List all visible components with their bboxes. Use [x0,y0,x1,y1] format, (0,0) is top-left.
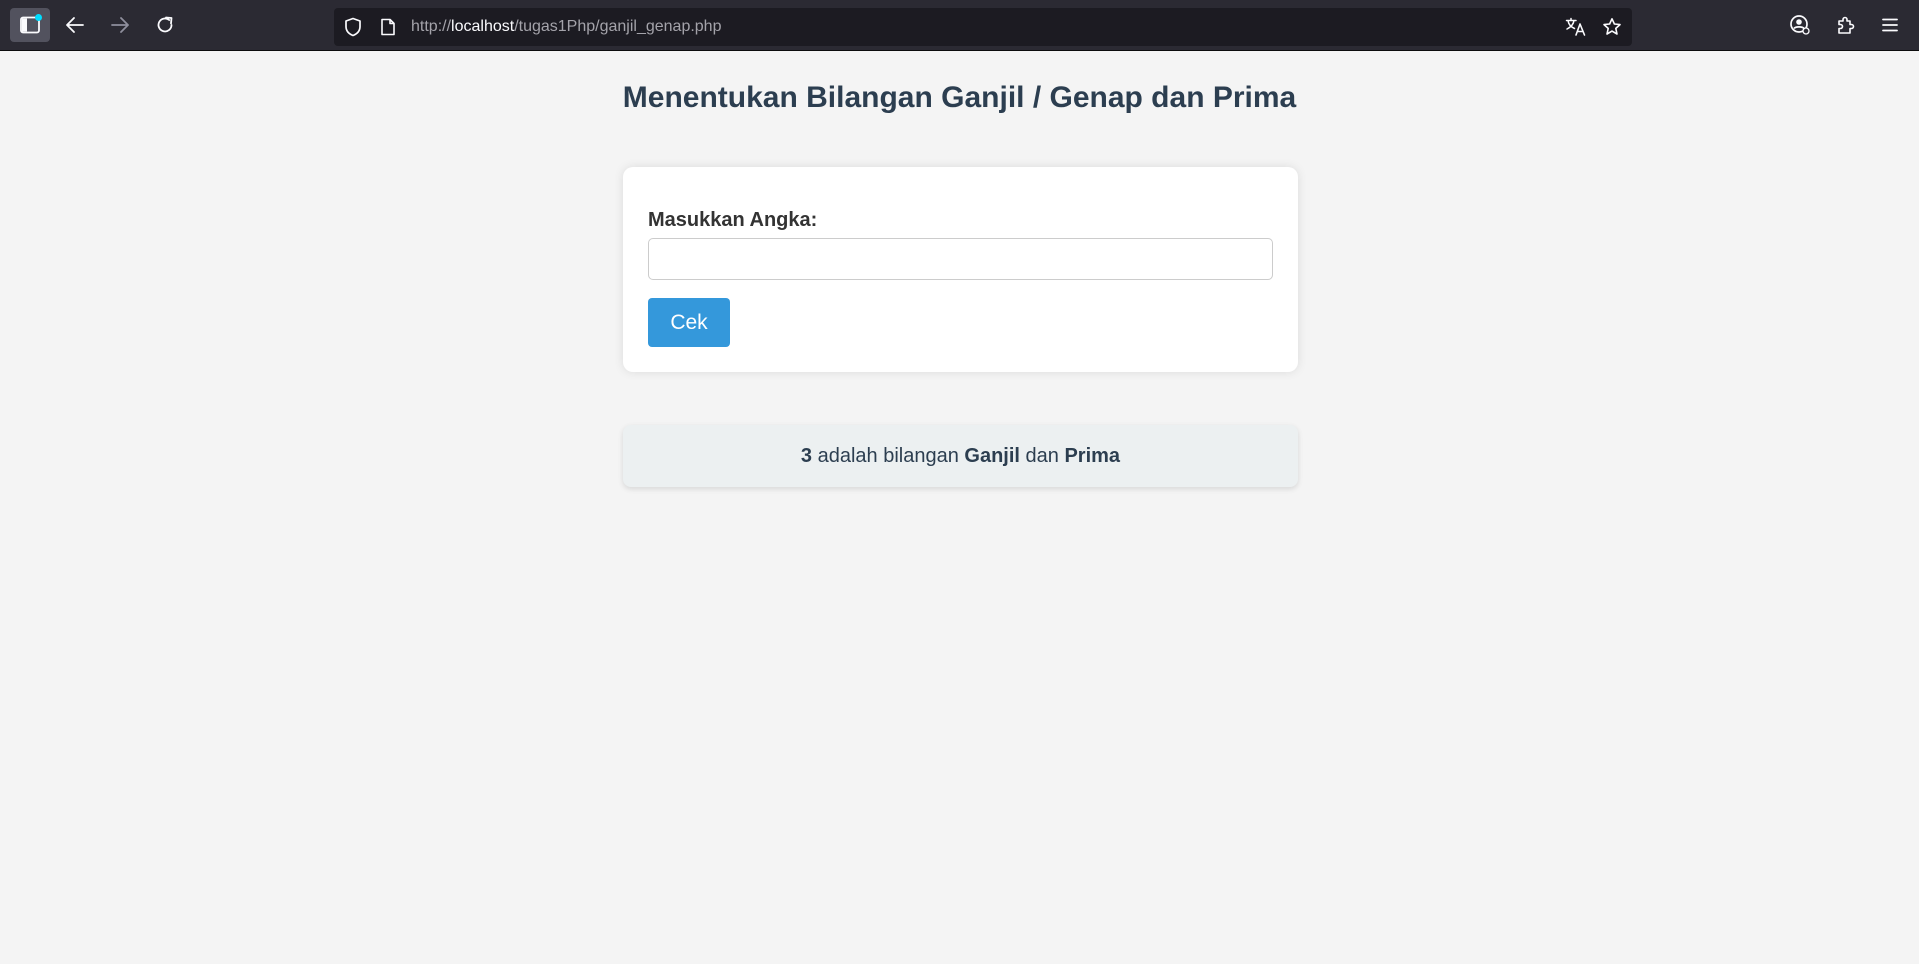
url-path: /tugas1Php/ganjil_genap.php [514,18,722,35]
sidebar-toggle-button[interactable] [10,8,50,42]
translate-icon[interactable] [1565,8,1587,46]
result-text-1: adalah bilangan [812,445,965,467]
account-button[interactable] [1780,8,1820,42]
result-text-2: dan [1019,445,1065,467]
app-menu-button[interactable] [1870,8,1910,42]
result-prime: Prima [1064,445,1121,467]
result-box: 3 adalah bilangan Ganjil dan Prima [623,425,1298,487]
result-number: 3 [800,445,813,467]
account-icon [1789,14,1811,36]
reload-icon [155,15,175,35]
number-form-card: Masukkan Angka: Cek [623,167,1298,372]
tracking-protection-shield-icon[interactable] [344,8,362,46]
back-button[interactable] [55,8,95,42]
check-button[interactable]: Cek [648,298,730,347]
result-parity: Ganjil [964,445,1020,467]
url-scheme: http:// [411,18,452,35]
back-arrow-icon [65,16,85,34]
page-info-icon[interactable] [380,8,396,46]
reload-button[interactable] [145,8,185,42]
page-title: Menentukan Bilangan Ganjil / Genap dan P… [622,81,1297,114]
hamburger-menu-icon [1881,17,1899,33]
forward-button[interactable] [100,8,140,42]
forward-arrow-icon [110,16,130,34]
url-text[interactable]: http://localhost/tugas1Php/ganjil_genap.… [411,8,721,46]
number-input[interactable] [648,238,1273,280]
bookmark-star-icon[interactable] [1602,8,1622,46]
number-input-label: Masukkan Angka: [648,209,818,231]
extensions-puzzle-icon [1836,15,1856,35]
extensions-button[interactable] [1826,8,1866,42]
address-bar[interactable]: http://localhost/tugas1Php/ganjil_genap.… [334,8,1632,46]
browser-toolbar: http://localhost/tugas1Php/ganjil_genap.… [0,0,1919,51]
url-host: localhost [451,18,515,35]
notification-dot [35,14,42,21]
